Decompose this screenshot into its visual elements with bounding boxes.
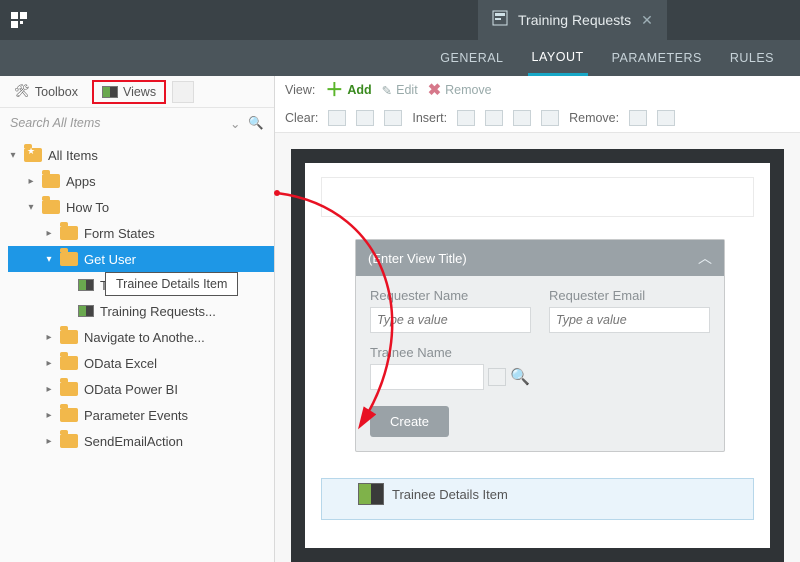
remove-row-icon[interactable] <box>657 110 675 126</box>
collapse-icon[interactable]: ︿ <box>698 248 712 268</box>
field-label-requester-email: Requester Email <box>549 288 710 303</box>
folder-icon <box>42 200 60 214</box>
tooltip-trainee-details: Trainee Details Item <box>105 272 238 296</box>
pencil-icon: ✎ <box>382 83 392 98</box>
input-requester-email[interactable] <box>549 307 710 333</box>
sidebar-tab-label: Views <box>123 85 156 99</box>
clear-table-icon[interactable] <box>384 110 402 126</box>
folder-icon <box>60 434 78 448</box>
toolbar-edit-button[interactable]: ✎ Edit <box>382 83 418 98</box>
close-icon[interactable]: ✕ <box>641 12 653 29</box>
search-input[interactable]: Search All Items <box>10 116 101 130</box>
design-canvas[interactable]: (Enter View Title) ︿ Requester Name Requ… <box>291 149 784 562</box>
tree-odata-pbi[interactable]: ▸ OData Power BI <box>8 376 274 402</box>
toolbar-view-label: View: <box>285 83 315 97</box>
tree-apps[interactable]: ▸ Apps <box>8 168 274 194</box>
sidebar-tab-label: Toolbox <box>35 85 78 99</box>
button-label: Edit <box>396 83 418 97</box>
tree-form-states[interactable]: ▸ Form States <box>8 220 274 246</box>
folder-icon <box>60 226 78 240</box>
create-button[interactable]: Create <box>370 406 449 437</box>
tree-label: Parameter Events <box>84 408 188 423</box>
folder-icon <box>60 356 78 370</box>
tree-get-user[interactable]: ▾ Get User <box>8 246 274 272</box>
tree-training-requests[interactable]: Training Requests... <box>8 298 274 324</box>
tree-navigate[interactable]: ▸ Navigate to Anothe... <box>8 324 274 350</box>
tree-odata-excel[interactable]: ▸ OData Excel <box>8 350 274 376</box>
tree-label: OData Power BI <box>84 382 178 397</box>
view-icon <box>78 305 94 317</box>
folder-icon <box>60 408 78 422</box>
tree-label: SendEmailAction <box>84 434 183 449</box>
toolbar-add-button[interactable]: ＋Add <box>325 83 371 97</box>
toolbar-clear-label: Clear: <box>285 111 318 125</box>
toolbar-remove-button[interactable]: ✖ Remove <box>428 80 492 100</box>
clear-cell-icon[interactable] <box>328 110 346 126</box>
views-icon <box>102 86 118 98</box>
tab-layout[interactable]: LAYOUT <box>528 40 588 76</box>
tab-general[interactable]: GENERAL <box>436 40 507 76</box>
tab-parameters[interactable]: PARAMETERS <box>608 40 706 76</box>
folder-icon <box>42 174 60 188</box>
folder-icon <box>24 148 42 162</box>
dragged-item-label: Trainee Details Item <box>392 487 508 502</box>
tree-send-email[interactable]: ▸ SendEmailAction <box>8 428 274 454</box>
field-label-requester-name: Requester Name <box>370 288 531 303</box>
sidebar-tab-toolbox[interactable]: 🛠 Toolbox <box>6 81 86 102</box>
input-trainee-name[interactable] <box>370 364 484 390</box>
search-icon[interactable]: 🔍 <box>248 116 264 131</box>
input-requester-name[interactable] <box>370 307 531 333</box>
search-picker-icon[interactable]: 🔍 <box>510 367 530 387</box>
sidebar-tab-extra[interactable] <box>172 81 194 103</box>
insert-left-icon[interactable] <box>457 110 475 126</box>
toolbar-insert-label: Insert: <box>412 111 447 125</box>
dragged-view-item[interactable]: Trainee Details Item <box>358 483 508 505</box>
tree-label: Navigate to Anothe... <box>84 330 205 345</box>
tree-label: All Items <box>48 148 98 163</box>
toolbar-remove2-label: Remove: <box>569 111 619 125</box>
tree-all-items[interactable]: ▾ All Items <box>8 142 274 168</box>
tree-howto[interactable]: ▾ How To <box>8 194 274 220</box>
empty-drop-zone[interactable] <box>321 177 754 217</box>
form-icon <box>492 10 508 31</box>
insert-right-icon[interactable] <box>485 110 503 126</box>
view-icon <box>358 483 384 505</box>
folder-icon <box>60 252 78 266</box>
tree-label: Training Requests... <box>100 304 216 319</box>
button-label: Add <box>347 83 371 97</box>
tab-rules[interactable]: RULES <box>726 40 778 76</box>
chevron-down-icon[interactable]: ⌄ <box>230 116 240 131</box>
tree-param-events[interactable]: ▸ Parameter Events <box>8 402 274 428</box>
insert-below-icon[interactable] <box>541 110 559 126</box>
tree-label: OData Excel <box>84 356 157 371</box>
remove-col-icon[interactable] <box>629 110 647 126</box>
folder-icon <box>60 330 78 344</box>
drop-target-row[interactable]: Trainee Details Item <box>321 478 754 520</box>
remove-icon: ✖ <box>428 80 441 100</box>
tree-label: Form States <box>84 226 155 241</box>
card-title: (Enter View Title) <box>368 251 467 266</box>
app-launcher-icon[interactable] <box>0 0 38 40</box>
folder-icon <box>60 382 78 396</box>
field-label-trainee-name: Trainee Name <box>370 345 530 360</box>
tree-label: Apps <box>66 174 96 189</box>
wrench-icon: 🛠 <box>14 84 30 99</box>
insert-above-icon[interactable] <box>513 110 531 126</box>
clear-row-icon[interactable] <box>356 110 374 126</box>
view-icon <box>78 279 94 291</box>
tab-title: Training Requests <box>518 12 631 28</box>
tree-label: Get User <box>84 252 136 267</box>
designer-tab[interactable]: Training Requests ✕ <box>478 0 667 40</box>
picker-icon[interactable] <box>488 368 506 386</box>
button-label: Remove <box>445 83 492 97</box>
tree-label: How To <box>66 200 109 215</box>
view-card[interactable]: (Enter View Title) ︿ Requester Name Requ… <box>355 239 725 452</box>
sidebar-tab-views[interactable]: Views <box>92 80 166 104</box>
